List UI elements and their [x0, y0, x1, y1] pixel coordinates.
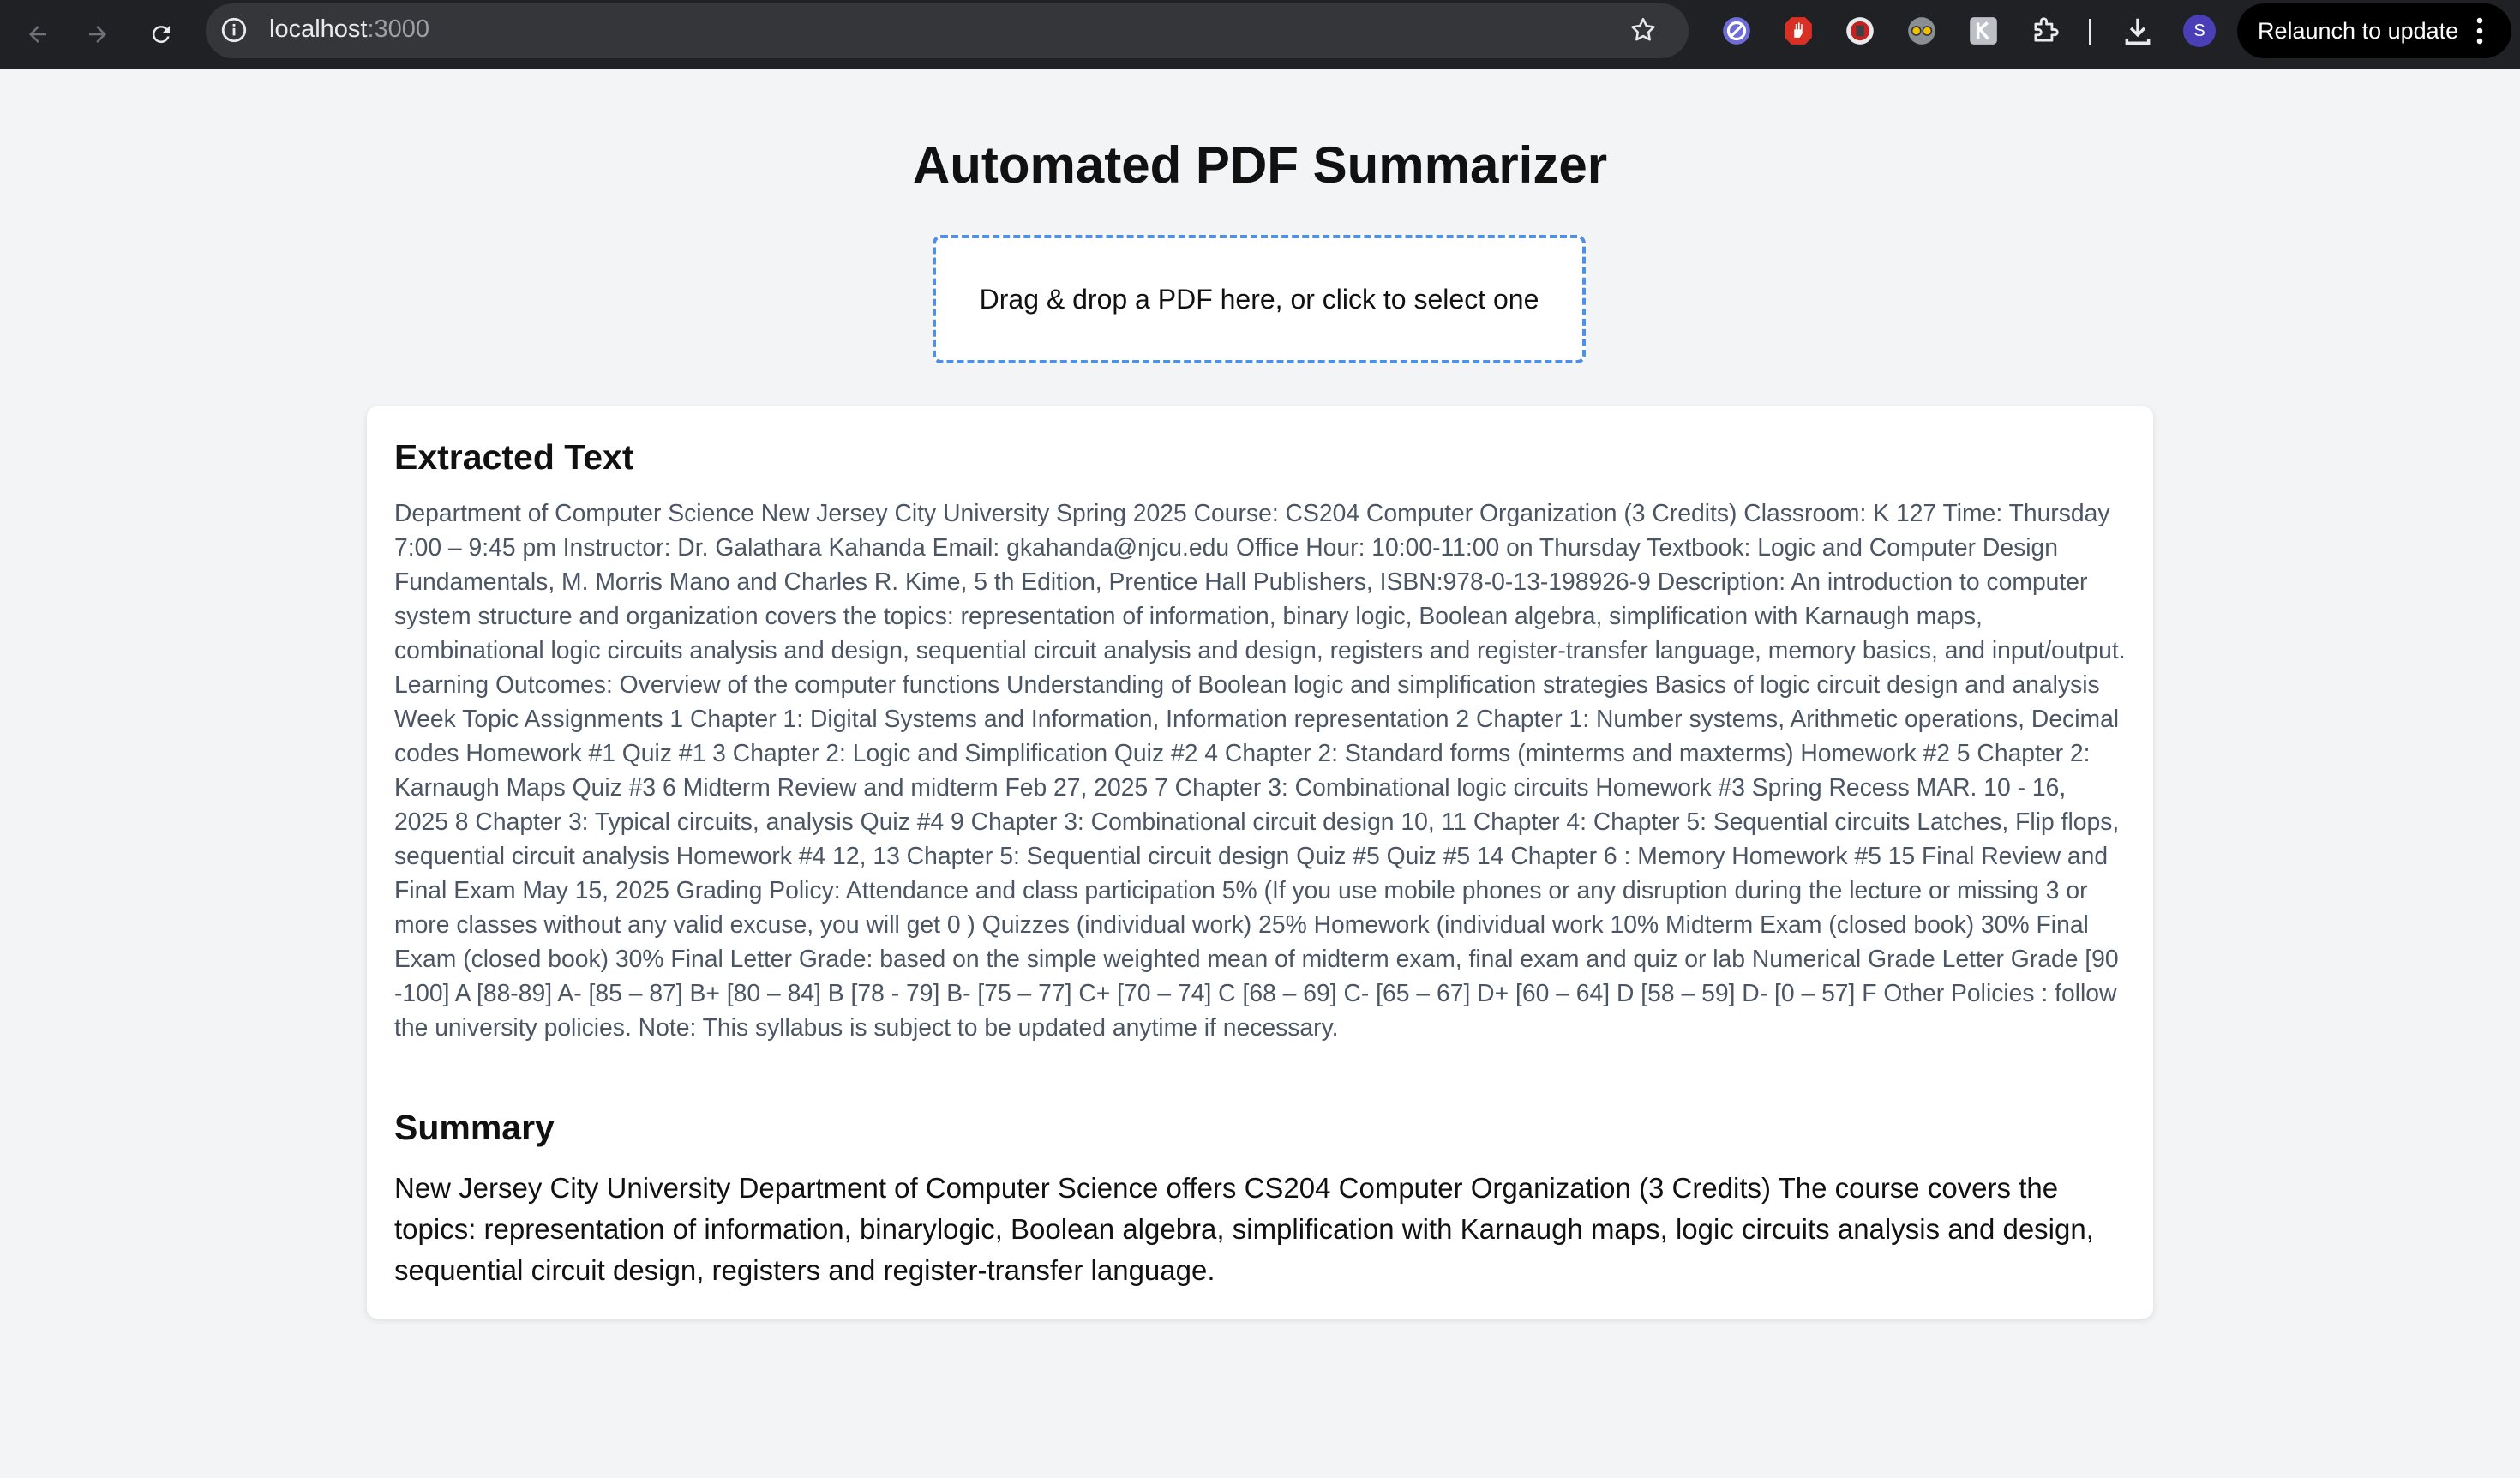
page-title: Automated PDF Summarizer	[912, 136, 1608, 194]
extension-shield-icon[interactable]	[1841, 12, 1879, 50]
summary-heading: Summary	[394, 1108, 555, 1147]
reload-icon	[152, 26, 170, 44]
bookmark-star-icon[interactable]	[1629, 15, 1658, 49]
back-button[interactable]	[15, 12, 60, 57]
extension-blocker-icon[interactable]	[1718, 12, 1755, 50]
extension-k-icon[interactable]	[1965, 12, 2002, 50]
extracted-text-body: Department of Computer Science New Jerse…	[394, 499, 2126, 1041]
reload-button[interactable]	[139, 12, 183, 57]
pdf-dropzone[interactable]: Drag & drop a PDF here, or click to sele…	[933, 235, 1586, 363]
relaunch-to-update-button[interactable]: Relaunch to update	[2237, 3, 2511, 58]
toolbar-divider	[2089, 19, 2091, 45]
back-arrow-icon	[29, 26, 46, 43]
forward-arrow-icon	[89, 26, 106, 43]
extension-stop-hand-icon[interactable]	[1779, 12, 1817, 50]
extracted-text-heading: Extracted Text	[394, 437, 634, 477]
browser-toolbar: localhost:3000 S Relaunch to update	[0, 0, 2520, 69]
more-menu-icon[interactable]	[2474, 15, 2486, 52]
url-port: :3000	[367, 15, 430, 43]
url-text[interactable]: localhost:3000	[269, 14, 429, 45]
profile-avatar[interactable]: S	[2181, 12, 2218, 50]
extension-glasses-icon[interactable]	[1903, 12, 1941, 50]
url-host: localhost	[269, 15, 368, 43]
profile-initial: S	[2183, 15, 2216, 47]
downloads-icon[interactable]	[2119, 12, 2157, 50]
dropzone-label: Drag & drop a PDF here, or click to sele…	[979, 283, 1539, 315]
site-info-icon[interactable]	[219, 15, 249, 49]
summary-body: New Jersey City University Department of…	[394, 1172, 2094, 1286]
extensions-puzzle-icon[interactable]	[2026, 12, 2064, 50]
results-card: Extracted Text Department of Computer Sc…	[367, 406, 2153, 1319]
forward-button[interactable]	[75, 12, 120, 57]
relaunch-label: Relaunch to update	[2258, 18, 2459, 44]
